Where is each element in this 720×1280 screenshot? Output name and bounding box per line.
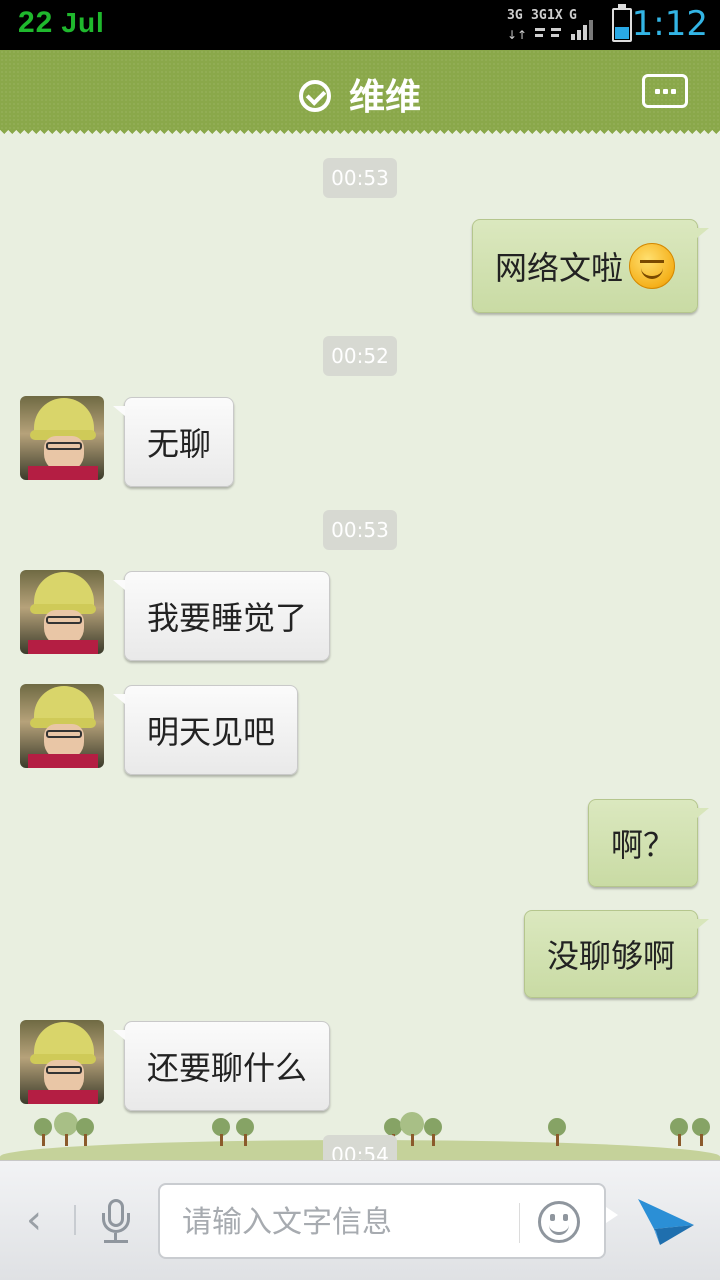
signal-icon: 3G 3G 1X G ↓↑ <box>505 8 605 42</box>
message-bubble-outgoing[interactable]: 啊？ <box>587 799 710 887</box>
avatar[interactable] <box>20 396 104 480</box>
message-bubble-incoming[interactable]: 还要聊什么 <box>112 1021 331 1111</box>
battery-icon <box>612 4 632 42</box>
input-bar: ‹ <box>0 1160 720 1280</box>
svg-text:↓↑: ↓↑ <box>507 28 527 42</box>
header-edge <box>0 130 720 138</box>
message-bubble-incoming[interactable]: 明天见吧 <box>112 685 299 775</box>
divider <box>519 1203 520 1243</box>
smiley-icon <box>629 243 675 289</box>
message-bubble-incoming[interactable]: 我要睡觉了 <box>112 571 331 661</box>
battery-fill <box>615 27 629 39</box>
chevron-left-icon[interactable]: ‹ <box>26 1197 42 1243</box>
message-text: 网络文啦 <box>494 249 623 287</box>
status-time: 1:12 <box>631 4 708 44</box>
message-timestamp: 00:53 <box>323 158 397 198</box>
microphone-icon[interactable] <box>98 1199 134 1245</box>
message-text: 无聊 <box>147 425 212 463</box>
status-date: 22 Jul <box>18 6 105 40</box>
message-text: 还要聊什么 <box>147 1049 308 1087</box>
message-text: 没聊够啊 <box>546 937 675 975</box>
contact-name: 维维 <box>348 77 421 118</box>
avatar[interactable] <box>20 570 104 654</box>
message-text: 啊？ <box>610 826 675 864</box>
paper-plane-icon[interactable] <box>636 1195 696 1247</box>
message-input[interactable] <box>182 1197 512 1247</box>
message-bubble-outgoing[interactable]: 没聊够啊 <box>523 910 710 998</box>
message-timestamp: 00:54 <box>323 1135 397 1160</box>
status-month: Jul <box>61 7 105 38</box>
message-bubble-incoming[interactable]: 无聊 <box>112 397 235 487</box>
message-bubble-outgoing[interactable]: 网络文啦 <box>471 219 710 313</box>
avatar[interactable] <box>20 1020 104 1104</box>
chat-header: 维维 <box>0 50 720 130</box>
avatar[interactable] <box>20 684 104 768</box>
message-text: 明天见吧 <box>147 713 276 751</box>
status-day: 22 <box>18 6 54 39</box>
chat-title[interactable]: 维维 <box>0 68 720 120</box>
message-timestamp: 00:53 <box>323 510 397 550</box>
chat-more-icon[interactable] <box>642 74 688 108</box>
signal-bars-icon: ↓↑ <box>507 20 593 42</box>
message-timestamp: 00:52 <box>323 336 397 376</box>
status-bar: 22 Jul 3G 3G 1X G ↓↑ 1:12 <box>0 0 720 50</box>
message-timestamp-partial: 00:54 <box>323 1135 397 1160</box>
smiley-icon[interactable] <box>538 1201 580 1243</box>
message-text: 我要睡觉了 <box>147 599 308 637</box>
divider <box>74 1205 76 1235</box>
message-input-container <box>158 1183 618 1259</box>
check-circle-icon <box>298 80 331 112</box>
